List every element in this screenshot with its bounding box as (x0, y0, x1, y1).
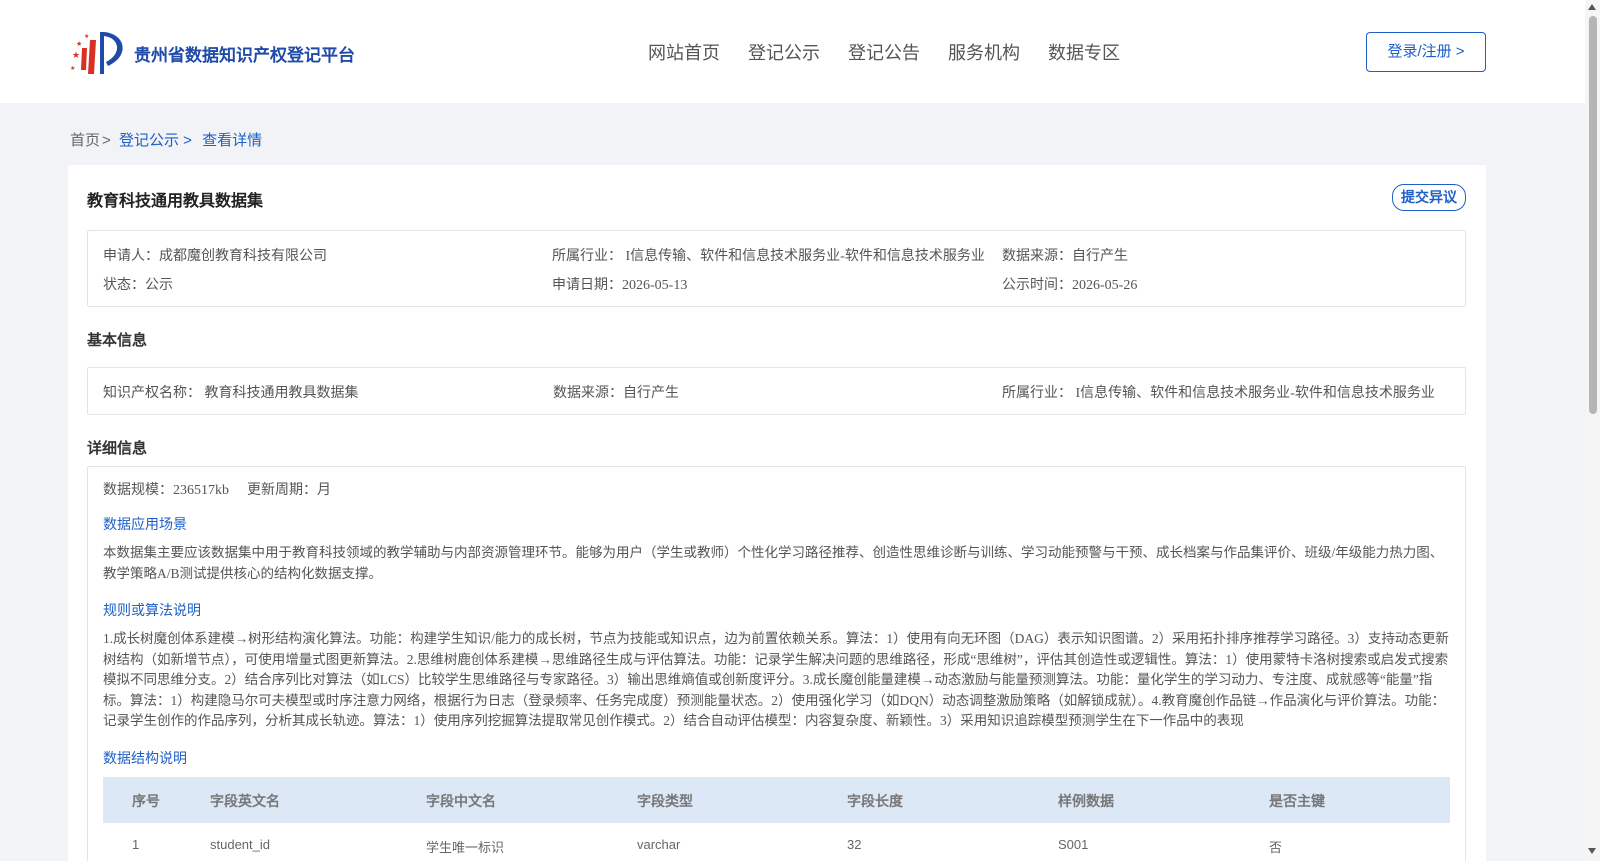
td-field-cn: 学生唯一标识 (426, 840, 505, 855)
svg-text:★: ★ (84, 33, 89, 40)
vertical-scrollbar[interactable] (1585, 0, 1600, 861)
submit-objection-button[interactable]: 提交异议 (1392, 184, 1466, 211)
algorithm-text: 1.成长树魔创体系建模→树形结构演化算法。功能：构建学生知识/能力的成长树，节点… (103, 631, 1449, 728)
detail-card: 教育科技通用教具数据集 提交异议 申请人：成都魔创教育科技有限公司 所属行业： … (68, 165, 1486, 861)
svg-text:★: ★ (70, 65, 75, 72)
data-source: 数据来源：自行产生 (1002, 249, 1128, 264)
nav-item-registration-publicity[interactable]: 登记公示 (748, 39, 820, 65)
site-logo[interactable]: ★ ★ ★ ★ 贵州省数据知识产权登记平台 (70, 26, 355, 78)
td-field-en: student_id (210, 837, 270, 852)
applicant: 申请人：成都魔创教育科技有限公司 (103, 249, 327, 264)
td-sample: S001 (1058, 837, 1089, 852)
nav-item-service-agencies[interactable]: 服务机构 (948, 39, 1020, 65)
data-scale: 数据规模：236517kb (103, 483, 229, 498)
table-header: 序号 字段英文名 字段中文名 字段类型 字段长度 样例数据 是否主键 (103, 777, 1450, 823)
svg-text:★: ★ (76, 40, 82, 48)
summary-box: 申请人：成都魔创教育科技有限公司 所属行业： I信息传输、软件和信息技术服务业-… (87, 230, 1466, 307)
nav-item-home[interactable]: 网站首页 (648, 39, 720, 65)
td-field-length: 32 (847, 837, 862, 852)
detail-info-title: 详细信息 (87, 440, 148, 457)
th-field-cn: 字段中文名 (426, 793, 496, 809)
detail-info-box: 数据规模：236517kb 更新周期：月 数据应用场景 本数据集主要应该数据集中… (87, 466, 1466, 861)
status: 状态：公示 (103, 278, 173, 293)
ip-name: 知识产权名称： 教育科技通用教具数据集 (103, 386, 359, 401)
td-index: 1 (132, 837, 140, 852)
main-nav: 网站首页 登记公示 登记公告 服务机构 数据专区 (648, 39, 1148, 65)
login-register-button[interactable]: 登录/注册 > (1366, 32, 1486, 72)
th-field-length: 字段长度 (847, 793, 903, 809)
table-row: 1 student_id 学生唯一标识 varchar 32 S001 否 (103, 833, 1450, 861)
th-primary-key: 是否主键 (1269, 793, 1325, 809)
breadcrumb-current[interactable]: 查看详情 (202, 132, 262, 149)
breadcrumb-section[interactable]: 登记公示 > (119, 132, 192, 149)
svg-text:★: ★ (72, 50, 80, 60)
basic-industry: 所属行业： I信息传输、软件和信息技术服务业-软件和信息技术服务业 (1002, 386, 1435, 401)
logo-title: 贵州省数据知识产权登记平台 (134, 45, 355, 66)
th-index: 序号 (132, 793, 160, 809)
publish-date: 公示时间：2026-05-26 (1002, 278, 1138, 293)
basic-info-title: 基本信息 (87, 332, 148, 349)
th-sample: 样例数据 (1058, 793, 1114, 809)
th-field-type: 字段类型 (637, 793, 693, 809)
apply-date: 申请日期：2026-05-13 (552, 278, 688, 293)
update-cycle: 更新周期：月 (247, 483, 331, 498)
logo-icon: ★ ★ ★ ★ (70, 32, 123, 74)
industry: 所属行业： I信息传输、软件和信息技术服务业-软件和信息技术服务业 (552, 249, 985, 264)
structure-label: 数据结构说明 (103, 750, 187, 766)
breadcrumb-home[interactable]: 首页 (70, 132, 100, 149)
site-header: ★ ★ ★ ★ 贵州省数据知识产权登记平台 网站首页 登记公示 登记公告 服务机… (0, 0, 1585, 103)
nav-item-registration-notice[interactable]: 登记公告 (848, 39, 920, 65)
scroll-up-arrow-icon[interactable] (1588, 4, 1596, 10)
scrollbar-thumb[interactable] (1589, 16, 1597, 414)
algorithm-label: 规则或算法说明 (103, 602, 201, 618)
page-title: 教育科技通用教具数据集 (87, 193, 264, 210)
breadcrumb-separator: > (102, 132, 111, 149)
th-field-en: 字段英文名 (210, 793, 280, 809)
scroll-down-arrow-icon[interactable] (1588, 848, 1596, 854)
td-field-type: varchar (637, 837, 681, 852)
td-primary-key: 否 (1269, 840, 1283, 855)
scene-label: 数据应用场景 (103, 516, 187, 532)
nav-item-data-zone[interactable]: 数据专区 (1048, 39, 1120, 65)
basic-info-box: 知识产权名称： 教育科技通用教具数据集 数据来源：自行产生 所属行业： I信息传… (87, 367, 1466, 415)
scene-text: 本数据集主要应该数据集中用于教育科技领域的教学辅助与内部资源管理环节。能够为用户… (103, 545, 1444, 581)
basic-data-source: 数据来源：自行产生 (553, 386, 679, 401)
breadcrumb: 首页 > 登记公示 > 查看详情 (70, 129, 262, 150)
